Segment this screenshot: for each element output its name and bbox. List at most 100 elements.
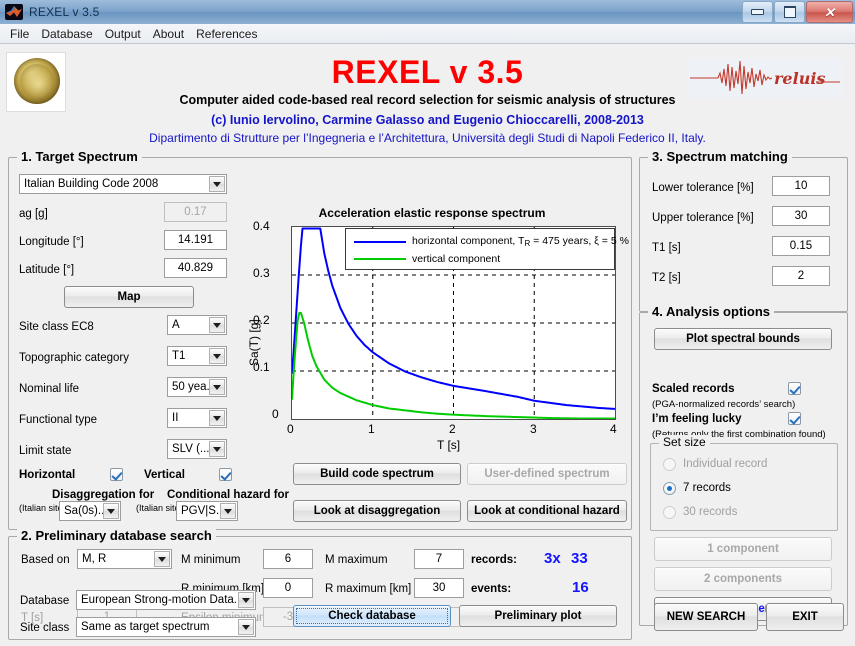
chart-ytick-3: 0.3 xyxy=(253,266,270,280)
chart-xtick-0: 0 xyxy=(287,422,294,436)
label-m-maximum: M maximum xyxy=(325,554,388,566)
site-class-value: Same as target spectrum xyxy=(81,621,210,633)
label-individual-record: Individual record xyxy=(683,458,768,470)
reluis-logo: reluis xyxy=(688,58,843,98)
lower-tolerance-field[interactable]: 10 xyxy=(772,176,830,196)
menu-item-about[interactable]: About xyxy=(147,25,190,43)
menu-item-file[interactable]: File xyxy=(4,25,35,43)
chevron-down-icon xyxy=(209,441,225,457)
database-select[interactable]: European Strong-motion Data... xyxy=(76,590,256,610)
feeling-lucky-checkbox[interactable] xyxy=(788,412,801,425)
group-database-search-legend: 2. Preliminary database search xyxy=(17,528,216,543)
label-horizontal: Horizontal xyxy=(19,469,76,481)
scaled-records-checkbox[interactable] xyxy=(788,382,801,395)
chart-xtick-4: 4 xyxy=(610,422,617,436)
group-analysis-options: 4. Analysis options Scaled records (PGA-… xyxy=(639,304,848,626)
legend-swatch-horizontal xyxy=(354,240,406,243)
label-ag: ag [g] xyxy=(19,208,48,220)
label-based-on: Based on xyxy=(21,554,70,566)
one-component-button: 1 component xyxy=(654,537,832,561)
build-code-spectrum-button[interactable]: Build code spectrum xyxy=(293,463,461,485)
chart-ytick-0: 0 xyxy=(272,407,279,421)
close-icon[interactable]: ✕ xyxy=(806,1,853,23)
site-class-ec8-select[interactable]: A xyxy=(167,315,227,335)
longitude-field[interactable]: 14.191 xyxy=(164,230,227,250)
t1-field[interactable]: 0.15 xyxy=(772,236,830,256)
m-minimum-field[interactable]: 6 xyxy=(263,549,313,569)
menu-item-references[interactable]: References xyxy=(190,25,263,43)
map-button[interactable]: Map xyxy=(64,286,194,308)
label-nominal-life: Nominal life xyxy=(19,383,80,395)
m-maximum-field[interactable]: 7 xyxy=(414,549,464,569)
label-disaggregation-for: Disaggregation for xyxy=(52,489,155,501)
chevron-down-icon xyxy=(238,619,254,635)
look-at-conditional-hazard-button[interactable]: Look at conditional hazard xyxy=(467,500,627,522)
maximize-icon[interactable] xyxy=(774,1,805,23)
chart-ytick-4: 0.4 xyxy=(253,219,270,233)
disagg-note: (Italian sites) xyxy=(19,503,71,513)
topographic-category-select[interactable]: T1 xyxy=(167,346,227,366)
legend-item-vertical: vertical component xyxy=(354,253,500,265)
conditional-hazard-select[interactable]: PGV|S... xyxy=(176,501,238,521)
chevron-down-icon xyxy=(154,551,170,567)
chevron-down-icon xyxy=(238,592,254,608)
look-at-disaggregation-button[interactable]: Look at disaggregation xyxy=(293,500,461,522)
label-m-minimum: M minimum xyxy=(181,554,241,566)
r-minimum-field[interactable]: 0 xyxy=(263,578,313,598)
chevron-down-icon xyxy=(209,379,225,395)
vertical-checkbox[interactable] xyxy=(219,468,232,481)
label-limit-state: Limit state xyxy=(19,445,72,457)
legend-label-horizontal-pre: horizontal component, T xyxy=(412,235,525,247)
title-bar: REXEL v 3.5 ✕ xyxy=(0,0,855,25)
label-records: records: xyxy=(471,554,518,566)
functional-type-value: II xyxy=(172,412,179,424)
based-on-select[interactable]: M, R xyxy=(77,549,172,569)
upper-tolerance-field[interactable]: 30 xyxy=(772,206,830,226)
label-t2: T2 [s] xyxy=(652,272,681,284)
two-components-button: 2 components xyxy=(654,567,832,591)
nominal-life-select[interactable]: 50 yea... xyxy=(167,377,227,397)
group-set-size-legend: Set size xyxy=(659,435,710,449)
preliminary-plot-button[interactable]: Preliminary plot xyxy=(459,605,617,627)
radio-individual-record[interactable] xyxy=(663,458,676,471)
new-search-button[interactable]: NEW SEARCH xyxy=(654,603,758,631)
label-site-class-ec8: Site class EC8 xyxy=(19,321,94,333)
label-longitude: Longitude [°] xyxy=(19,236,84,248)
menu-item-database[interactable]: Database xyxy=(35,25,98,43)
label-scaled-records: Scaled records xyxy=(652,383,735,395)
chart-ytick-2: 0.2 xyxy=(253,313,270,327)
response-spectrum-chart: Acceleration elastic response spectrum S… xyxy=(239,206,629,456)
condhaz-note: (Italian sites) xyxy=(136,503,188,513)
label-r-maximum: R maximum [km] xyxy=(325,583,412,595)
r-maximum-field[interactable]: 30 xyxy=(414,578,464,598)
records-count: 33 xyxy=(571,550,588,567)
latitude-field[interactable]: 40.829 xyxy=(164,258,227,278)
chart-ytick-1: 0.1 xyxy=(253,360,270,374)
group-analysis-options-legend: 4. Analysis options xyxy=(648,304,774,319)
minimize-icon[interactable] xyxy=(742,1,773,23)
functional-type-select[interactable]: II xyxy=(167,408,227,428)
user-defined-spectrum-button: User-defined spectrum xyxy=(467,463,627,485)
radio-7-records[interactable] xyxy=(663,482,676,495)
window-title: REXEL v 3.5 xyxy=(29,5,100,19)
legend-swatch-vertical xyxy=(354,258,406,260)
code-select-value: Italian Building Code 2008 xyxy=(24,178,159,190)
code-select[interactable]: Italian Building Code 2008 xyxy=(19,174,227,194)
legend-label-horizontal-post: = 475 years, ξ = 5 % xyxy=(530,235,629,247)
limit-state-value: SLV (... xyxy=(172,443,210,455)
disaggregation-value: Sa(0s)... xyxy=(64,505,108,517)
t2-field[interactable]: 2 xyxy=(772,266,830,286)
exit-button[interactable]: EXIT xyxy=(766,603,844,631)
disaggregation-select[interactable]: Sa(0s)... xyxy=(59,501,121,521)
check-database-button[interactable]: Check database xyxy=(293,605,451,627)
radio-30-records[interactable] xyxy=(663,506,676,519)
menu-bar: File Database Output About References xyxy=(0,24,855,44)
menu-item-output[interactable]: Output xyxy=(99,25,147,43)
site-class-select[interactable]: Same as target spectrum xyxy=(76,617,256,637)
label-conditional-hazard-for: Conditional hazard for xyxy=(167,489,290,501)
chart-title: Acceleration elastic response spectrum xyxy=(318,206,546,220)
limit-state-select[interactable]: SLV (... xyxy=(167,439,227,459)
horizontal-checkbox[interactable] xyxy=(110,468,123,481)
chevron-down-icon xyxy=(209,348,225,364)
ag-field: 0.17 xyxy=(164,202,227,222)
